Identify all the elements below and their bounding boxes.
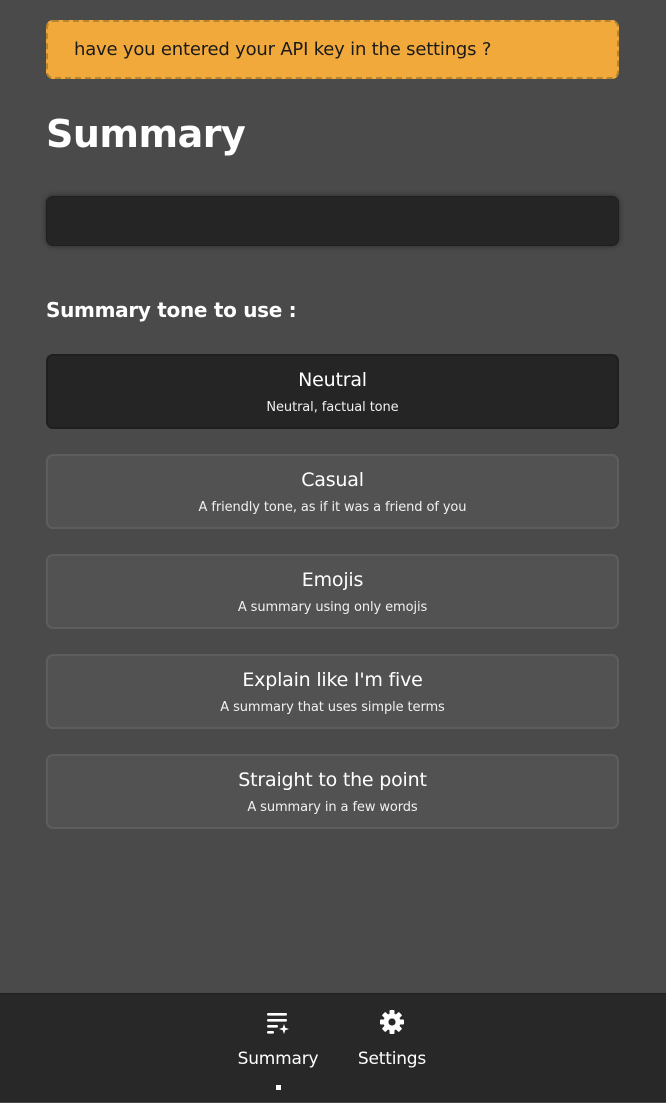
tone-option-title: Casual <box>301 468 364 491</box>
tone-option-title: Straight to the point <box>238 768 427 791</box>
tone-option-emojis[interactable]: Emojis A summary using only emojis <box>46 554 619 629</box>
bottom-navigation-bar: Summary Settings <box>0 993 666 1102</box>
gear-icon <box>380 1010 404 1034</box>
summary-text-field[interactable] <box>46 196 619 246</box>
nav-tab-settings[interactable]: Settings <box>332 994 452 1103</box>
tone-option-title: Explain like I'm five <box>242 668 423 691</box>
tone-option-straight-to-point[interactable]: Straight to the point A summary in a few… <box>46 754 619 829</box>
tone-option-description: A friendly tone, as if it was a friend o… <box>198 499 467 515</box>
api-key-warning-banner: have you entered your API key in the set… <box>46 20 619 79</box>
tone-option-neutral[interactable]: Neutral Neutral, factual tone <box>46 354 619 429</box>
active-tab-indicator <box>276 1085 281 1090</box>
summary-lines-sparkle-icon <box>267 1013 289 1034</box>
page-title: Summary <box>46 112 246 156</box>
nav-tab-summary[interactable]: Summary <box>218 994 338 1103</box>
tone-option-description: A summary using only emojis <box>237 599 428 615</box>
tone-option-title: Neutral <box>298 368 367 391</box>
main-page: have you entered your API key in the set… <box>0 0 666 993</box>
tone-option-title: Emojis <box>301 568 364 591</box>
tone-option-description: Neutral, factual tone <box>266 399 399 415</box>
tone-options-list: Neutral Neutral, factual tone Casual A f… <box>46 354 619 854</box>
tone-option-description: A summary in a few words <box>247 799 418 815</box>
nav-tab-label: Settings <box>357 1049 427 1069</box>
api-key-warning-text: have you entered your API key in the set… <box>74 39 492 60</box>
tone-option-description: A summary that uses simple terms <box>220 699 445 715</box>
tone-option-explain-like-five[interactable]: Explain like I'm five A summary that use… <box>46 654 619 729</box>
tone-section-label: Summary tone to use : <box>46 298 297 322</box>
tone-option-casual[interactable]: Casual A friendly tone, as if it was a f… <box>46 454 619 529</box>
nav-tab-label: Summary <box>237 1049 319 1069</box>
